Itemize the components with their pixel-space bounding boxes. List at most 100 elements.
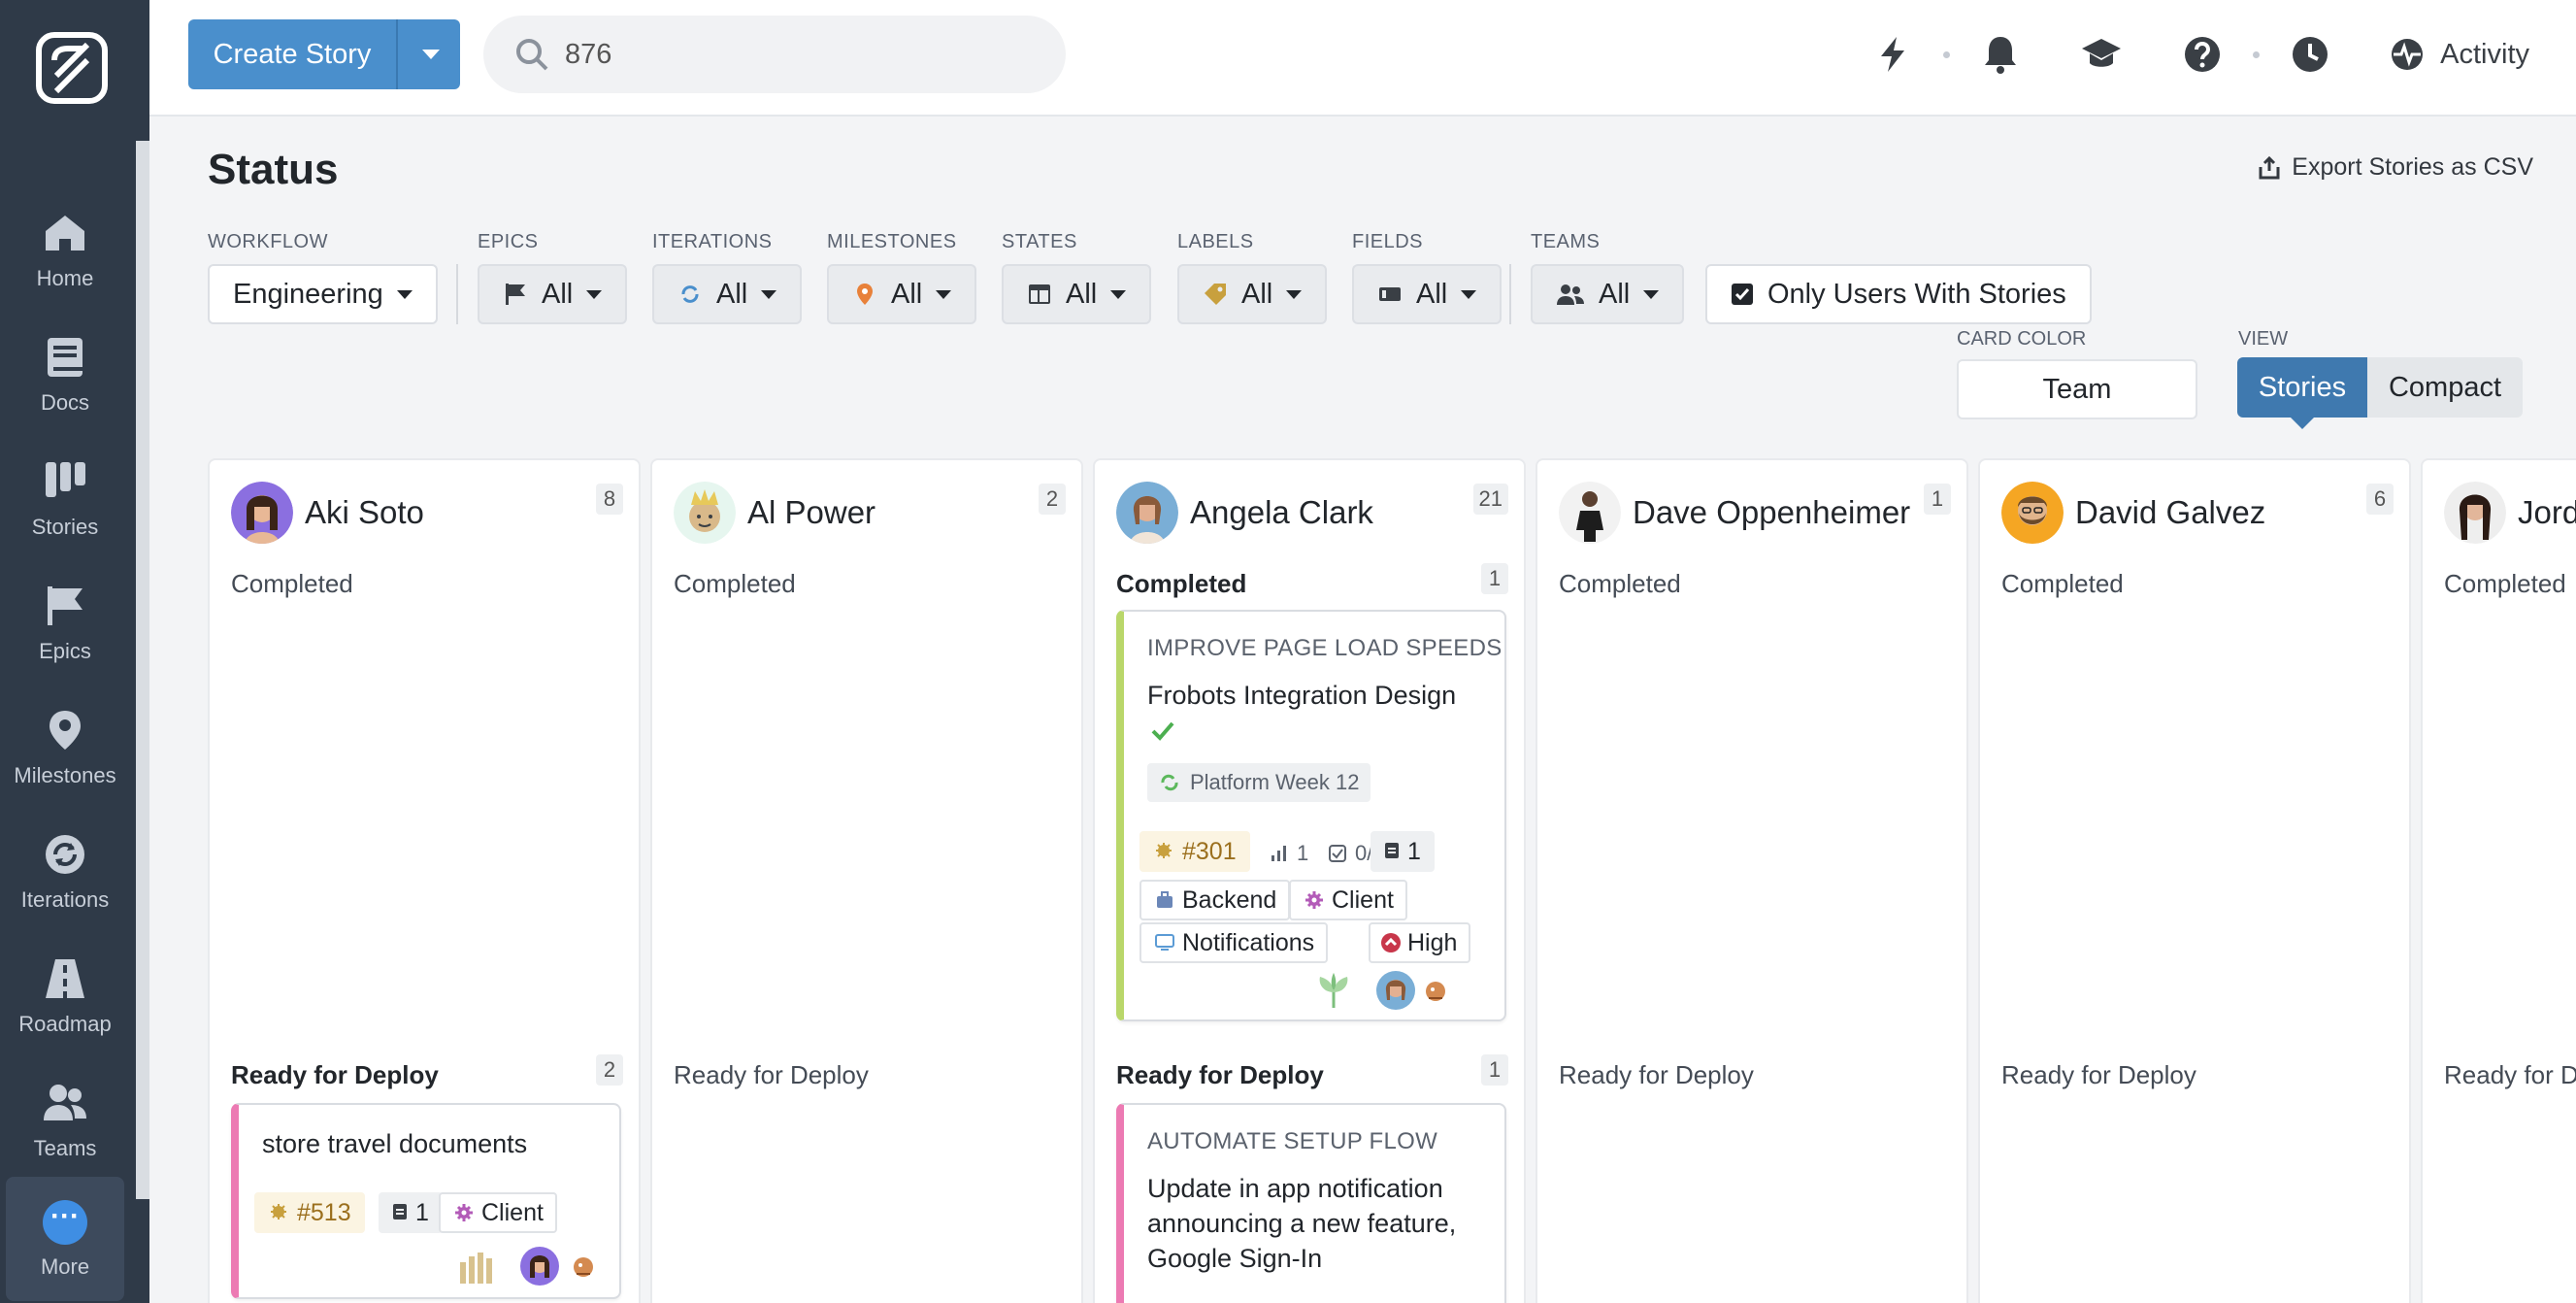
sidebar-item-epics[interactable]: Epics [0, 555, 130, 680]
user-name: Angela Clark [1190, 494, 1373, 530]
roadmap-icon [46, 959, 84, 998]
map-pin-icon [50, 711, 81, 750]
avatar[interactable] [2444, 482, 2506, 544]
owner-avatar[interactable] [569, 1253, 598, 1282]
workflow-select[interactable]: Engineering [208, 264, 438, 324]
story-card[interactable]: IMPROVE PAGE LOAD SPEEDS Frobots Integra… [1116, 610, 1506, 1021]
flag-icon [506, 284, 525, 305]
sidebar-item-label: Epics [39, 639, 91, 663]
sidebar-item-stories[interactable]: Stories [0, 431, 130, 555]
sidebar-item-roadmap[interactable]: Roadmap [0, 928, 130, 1052]
states-filter[interactable]: All [1002, 264, 1152, 324]
docs-chip[interactable]: 1 [1371, 831, 1435, 872]
avatar[interactable] [2001, 482, 2064, 544]
story-card[interactable]: store travel documents #513 1 Client [231, 1103, 621, 1299]
states-value: All [1066, 278, 1098, 310]
label-chip[interactable]: High [1369, 922, 1471, 963]
label-chip[interactable]: Client [439, 1192, 557, 1233]
lightning-icon[interactable] [1871, 33, 1914, 76]
chevron-down-icon [586, 289, 603, 299]
search-box[interactable] [483, 16, 1066, 93]
sidebar-item-label: Teams [33, 1136, 97, 1160]
card-color-select[interactable]: Team [1957, 359, 2197, 419]
help-icon[interactable] [2181, 33, 2224, 76]
workflow-value: Engineering [233, 278, 383, 310]
filter-label-milestones: MILESTONES [827, 231, 957, 252]
graduation-cap-icon[interactable] [2080, 33, 2123, 76]
story-id-chip[interactable]: #301 [1139, 831, 1250, 872]
monitor-icon [1155, 934, 1174, 951]
sidebar-item-iterations[interactable]: Iterations [0, 804, 130, 928]
bug-icon [271, 1204, 286, 1219]
chevron-down-icon [1461, 289, 1477, 299]
label-name: Backend [1182, 886, 1277, 914]
label-chip[interactable]: Notifications [1139, 922, 1329, 963]
search-input[interactable] [565, 31, 1031, 78]
state-heading-ready: Ready for Deploy [1559, 1060, 1754, 1089]
owner-avatar[interactable] [1376, 971, 1415, 1010]
label-chip[interactable]: Backend [1139, 880, 1291, 920]
gear-icon [1305, 891, 1323, 909]
sidebar-item-home[interactable]: Home [0, 183, 130, 307]
user-name: Al Power [747, 494, 876, 530]
document-icon [393, 1204, 407, 1219]
sidebar-scrollbar[interactable] [136, 141, 149, 1199]
sidebar-item-docs[interactable]: Docs [0, 307, 130, 431]
labels-value: All [1241, 278, 1273, 310]
state-count-badge: 1 [1481, 563, 1508, 594]
create-story-button[interactable]: Create Story [188, 19, 396, 89]
column-header: Jord [2444, 482, 2576, 544]
sidebar-item-teams[interactable]: Teams [0, 1052, 130, 1177]
label-chip[interactable]: Client [1289, 880, 1407, 920]
avatar[interactable] [1559, 482, 1621, 544]
clock-icon[interactable] [2289, 33, 2331, 76]
teams-icon [1557, 284, 1584, 305]
document-icon [1385, 843, 1399, 858]
user-column: Angela Clark 21 Completed 1 IMPROVE PAGE… [1093, 458, 1526, 1303]
column-header: Angela Clark [1116, 482, 1373, 544]
story-id-chip[interactable]: #513 [254, 1192, 365, 1233]
avatar[interactable] [674, 482, 736, 544]
label-name: High [1407, 929, 1458, 956]
labels-filter[interactable]: All [1177, 264, 1328, 324]
filter-label-labels: LABELS [1177, 231, 1254, 252]
chevron-down-icon [1286, 289, 1303, 299]
owner-avatar[interactable] [520, 1247, 559, 1286]
logo-icon[interactable] [35, 31, 109, 105]
priority-high-icon [1381, 933, 1401, 952]
gear-icon [455, 1204, 473, 1221]
avatar[interactable] [1116, 482, 1178, 544]
page-title: Status [208, 146, 339, 193]
milestones-filter[interactable]: All [827, 264, 977, 324]
estimate-icon [1271, 846, 1286, 861]
states-icon [1029, 284, 1050, 304]
activity-button[interactable]: Activity [2390, 37, 2529, 72]
epics-filter[interactable]: All [478, 264, 628, 324]
only-users-with-stories-toggle[interactable]: Only Users With Stories [1705, 264, 2092, 324]
create-story-dropdown-button[interactable] [396, 19, 460, 89]
bell-icon[interactable] [1979, 33, 2022, 76]
state-heading-ready: Ready for Deploy [1116, 1060, 1324, 1089]
stories-icon [46, 462, 85, 497]
state-heading-completed: Completed [1559, 569, 1681, 598]
sidebar-item-milestones[interactable]: Milestones [0, 680, 130, 804]
view-compact-button[interactable]: Compact [2367, 357, 2523, 418]
user-column: Aki Soto 8 Completed Ready for Deploy 2 … [208, 458, 641, 1303]
teams-filter[interactable]: All [1531, 264, 1685, 324]
export-csv-link[interactable]: Export Stories as CSV [2257, 153, 2533, 182]
view-stories-button[interactable]: Stories [2237, 357, 2367, 429]
search-icon [516, 39, 548, 71]
state-heading-completed: Completed [2444, 569, 2566, 598]
story-count-badge: 1 [1924, 484, 1951, 515]
owner-avatar[interactable] [1421, 977, 1450, 1006]
estimate: 1 [1270, 841, 1308, 866]
only-users-label: Only Users With Stories [1767, 278, 2066, 310]
docs-chip[interactable]: 1 [379, 1192, 443, 1233]
iterations-filter[interactable]: All [652, 264, 803, 324]
iteration-chip[interactable]: Platform Week 12 [1147, 763, 1371, 802]
sidebar-item-more[interactable]: ··· More [6, 1177, 124, 1301]
tag-icon [1205, 284, 1226, 305]
fields-filter[interactable]: All [1352, 264, 1503, 324]
story-card[interactable]: AUTOMATE SETUP FLOW Update in app notifi… [1116, 1103, 1506, 1303]
avatar[interactable] [231, 482, 293, 544]
